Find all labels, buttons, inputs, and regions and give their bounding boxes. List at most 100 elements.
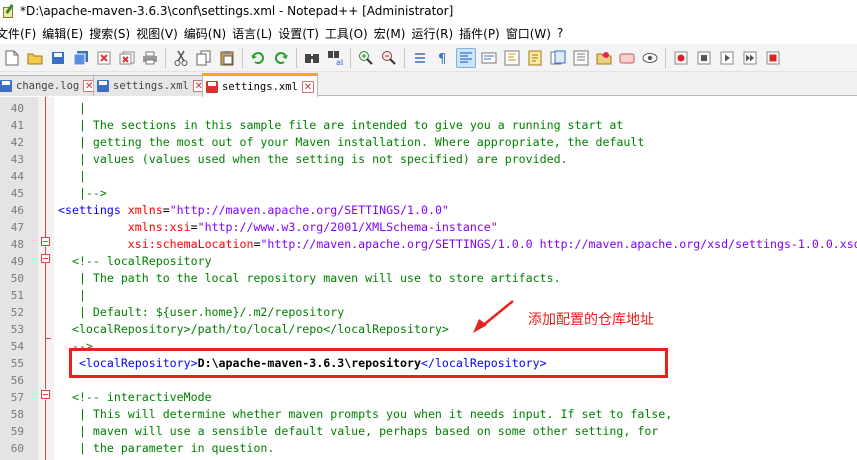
menu-run[interactable]: 运行(R) bbox=[411, 25, 459, 42]
zoom-in-icon[interactable] bbox=[356, 48, 376, 68]
cut-icon[interactable] bbox=[171, 48, 191, 68]
menu-language[interactable]: 语言(L) bbox=[232, 25, 278, 42]
close-all-icon[interactable] bbox=[117, 48, 137, 68]
sync-vertical-icon[interactable] bbox=[410, 48, 430, 68]
code-token: | maven will use a sensible default valu… bbox=[58, 424, 659, 438]
code-text: | bbox=[58, 168, 86, 185]
code-line[interactable]: 58 | This will determine whether maven p… bbox=[0, 406, 857, 423]
paste-icon[interactable] bbox=[217, 48, 237, 68]
annotation-text: 添加配置的仓库地址 bbox=[528, 312, 654, 328]
replace-icon[interactable]: ab bbox=[325, 48, 345, 68]
svg-text:ab: ab bbox=[336, 58, 343, 66]
code-line[interactable]: 53 <localRepository>/path/to/local/repo<… bbox=[0, 321, 857, 338]
code-line[interactable]: 42 | getting the most out of your Maven … bbox=[0, 134, 857, 151]
tab-settings-xml-active[interactable]: settings.xml ✕ bbox=[202, 73, 318, 97]
code-token: | bbox=[58, 288, 86, 302]
menu-window[interactable]: 窗口(W) bbox=[506, 25, 557, 42]
code-token: | The sections in this sample file are i… bbox=[58, 118, 624, 132]
folder-workspace-icon[interactable] bbox=[594, 48, 614, 68]
code-text: | bbox=[58, 100, 86, 117]
code-token: | bbox=[58, 169, 86, 183]
code-line[interactable]: 49 <!-- localRepository bbox=[0, 253, 857, 270]
code-token: "http://maven.apache.org/SETTINGS/1.0.0" bbox=[169, 203, 449, 217]
code-token: | This will determine whether maven prom… bbox=[58, 407, 673, 421]
code-line[interactable]: 48 xsi:schemaLocation="http://maven.apac… bbox=[0, 236, 857, 253]
code-text: | maven will use a sensible default valu… bbox=[58, 423, 658, 440]
code-text: | The path to the local repository maven… bbox=[58, 270, 561, 287]
code-line[interactable]: 43 | values (values used when the settin… bbox=[0, 151, 857, 168]
line-number: 46 bbox=[10, 204, 24, 217]
redo-icon[interactable] bbox=[271, 48, 291, 68]
undo-icon[interactable] bbox=[248, 48, 268, 68]
function-list-icon[interactable] bbox=[571, 48, 591, 68]
copy-icon[interactable] bbox=[194, 48, 214, 68]
zoom-out-icon[interactable] bbox=[379, 48, 399, 68]
menu-edit[interactable]: 编辑(E) bbox=[42, 25, 89, 42]
menu-file[interactable]: 文件(F) bbox=[0, 25, 42, 42]
code-token: "http://www.w3.org/2001/XMLSchema-instan… bbox=[197, 220, 498, 234]
show-all-chars-icon[interactable] bbox=[479, 48, 499, 68]
menu-view[interactable]: 视图(V) bbox=[136, 25, 184, 42]
code-token: <localRepository>/path/to/local/repo</lo… bbox=[58, 322, 449, 336]
toolbar-separator bbox=[350, 47, 351, 68]
floppy-blue-icon bbox=[97, 80, 109, 92]
word-wrap-icon[interactable] bbox=[456, 47, 476, 68]
menu-plugins[interactable]: 插件(P) bbox=[459, 25, 506, 42]
sync-horizontal-icon[interactable]: ¶ bbox=[433, 48, 453, 68]
open-file-icon[interactable] bbox=[25, 48, 45, 68]
save-all-icon[interactable] bbox=[71, 48, 91, 68]
code-line[interactable]: 41 | The sections in this sample file ar… bbox=[0, 117, 857, 134]
save-icon[interactable] bbox=[48, 48, 68, 68]
code-line[interactable]: 44 | bbox=[0, 168, 857, 185]
menu-macro[interactable]: 宏(M) bbox=[374, 25, 412, 42]
stop-record-icon[interactable] bbox=[694, 48, 714, 68]
code-line[interactable]: 47 xmlns:xsi="http://www.w3.org/2001/XML… bbox=[0, 219, 857, 236]
new-file-icon[interactable] bbox=[2, 48, 22, 68]
eye-icon[interactable] bbox=[640, 48, 660, 68]
code-text: | getting the most out of your Maven ins… bbox=[58, 134, 644, 151]
run-macro-multiple-icon[interactable] bbox=[740, 48, 760, 68]
code-line[interactable]: 57 <!-- interactiveMode bbox=[0, 389, 857, 406]
code-line[interactable]: 45 |--> bbox=[0, 185, 857, 202]
user-language-icon[interactable] bbox=[525, 48, 545, 68]
menu-tools[interactable]: 工具(O) bbox=[325, 25, 374, 42]
highlight-box bbox=[69, 348, 668, 378]
play-macro-icon[interactable] bbox=[717, 48, 737, 68]
code-line[interactable]: 46 <settings xmlns="http://maven.apache.o… bbox=[0, 202, 857, 219]
print-icon[interactable] bbox=[140, 48, 160, 68]
menu-search[interactable]: 搜索(S) bbox=[89, 25, 136, 42]
tab-change-log[interactable]: change.log ✕ bbox=[0, 75, 100, 96]
tab-label: change.log bbox=[16, 80, 80, 92]
document-map-icon[interactable] bbox=[548, 48, 568, 68]
code-token: <settings bbox=[58, 203, 121, 217]
code-line[interactable]: 52 | Default: ${user.home}/.m2/repositor… bbox=[0, 304, 857, 321]
line-number: 53 bbox=[10, 323, 24, 336]
code-token: | the parameter in question. bbox=[58, 441, 275, 455]
record-macro-icon[interactable] bbox=[671, 48, 691, 68]
menu-help[interactable]: ? bbox=[557, 26, 569, 40]
monitoring-icon[interactable] bbox=[617, 48, 637, 68]
line-number: 57 bbox=[10, 391, 24, 404]
code-line[interactable]: 40 | bbox=[0, 100, 857, 117]
code-text: | bbox=[58, 287, 86, 304]
code-line[interactable]: 60 | the parameter in question. bbox=[0, 440, 857, 457]
save-macro-icon[interactable] bbox=[763, 48, 783, 68]
title-bar: *D:\apache-maven-3.6.3\conf\settings.xml… bbox=[0, 0, 857, 22]
tab-settings-xml[interactable]: settings.xml ✕ bbox=[93, 75, 209, 96]
find-icon[interactable] bbox=[302, 48, 322, 68]
code-text: xsi:schemaLocation="http://maven.apache.… bbox=[58, 236, 857, 253]
code-token: | Default: ${user.home}/.m2/repository bbox=[58, 305, 345, 319]
code-line[interactable]: 59 | maven will use a sensible default v… bbox=[0, 423, 857, 440]
indent-guide-icon[interactable] bbox=[502, 48, 522, 68]
code-text: | The sections in this sample file are i… bbox=[58, 117, 623, 134]
tab-close-icon[interactable]: ✕ bbox=[301, 80, 314, 93]
menu-settings[interactable]: 设置(T) bbox=[278, 25, 325, 42]
menu-encoding[interactable]: 编码(N) bbox=[184, 25, 232, 42]
line-number: 59 bbox=[10, 425, 24, 438]
close-icon[interactable] bbox=[94, 48, 114, 68]
line-number: 42 bbox=[10, 136, 24, 149]
code-line[interactable]: 51 | bbox=[0, 287, 857, 304]
editor[interactable]: 40 | 41 | The sections in this sample fil… bbox=[0, 97, 857, 460]
code-line[interactable]: 50 | The path to the local repository ma… bbox=[0, 270, 857, 287]
code-text: <localRepository>/path/to/local/repo</lo… bbox=[58, 321, 449, 338]
